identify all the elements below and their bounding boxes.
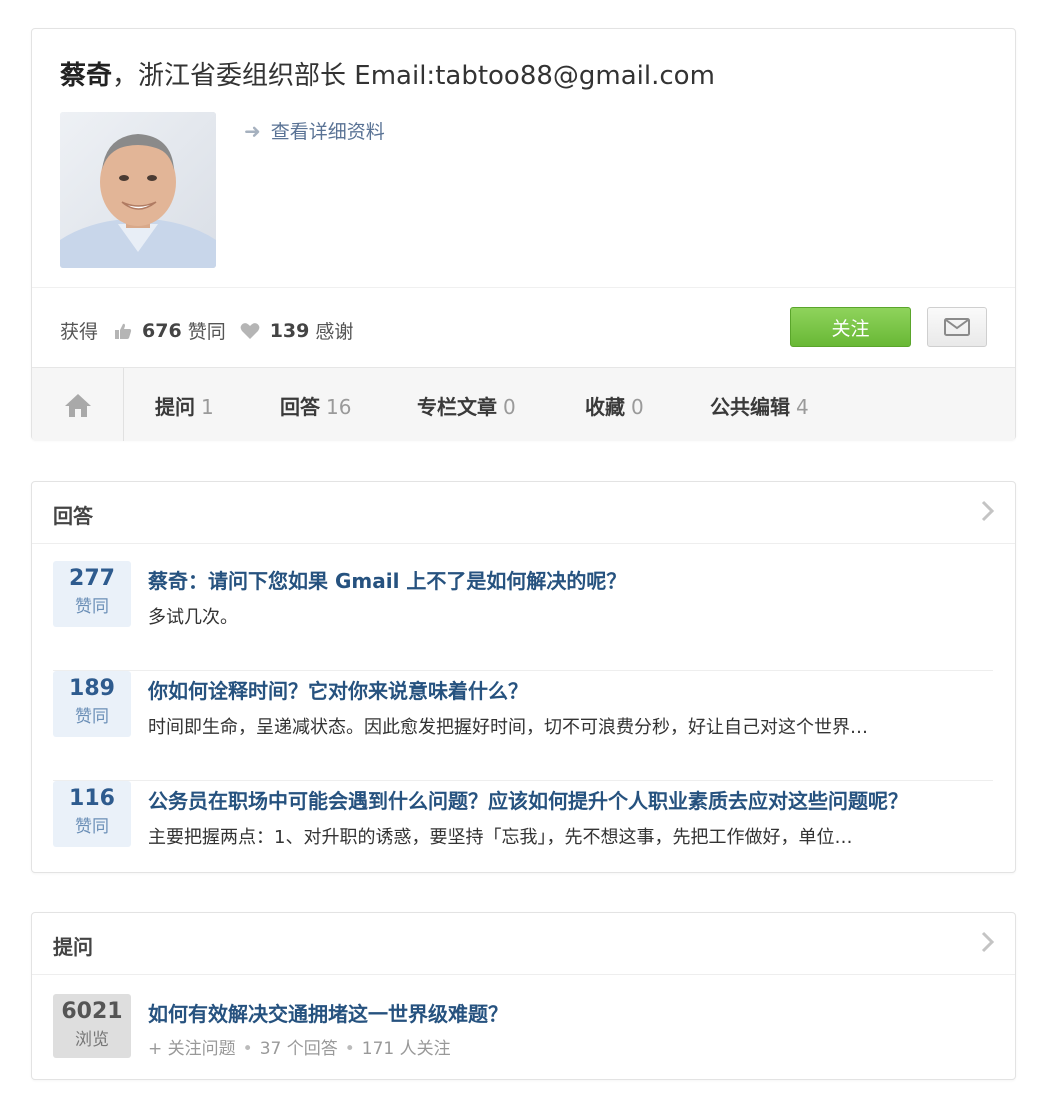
question-title-link[interactable]: 公务员在职场中可能会遇到什么问题？应该如何提升个人职业素质去应对这些问题呢？: [148, 785, 908, 814]
tab-count: 4: [796, 395, 809, 419]
vote-count-box[interactable]: 116 赞同: [53, 781, 131, 847]
tab-count: 1: [201, 395, 214, 419]
likes-count: 676: [142, 319, 182, 342]
chevron-right-icon[interactable]: [981, 500, 995, 526]
view-count-box: 6021 浏览: [53, 994, 131, 1058]
follow-question-link[interactable]: + 关注问题: [148, 1039, 236, 1059]
tab-label: 提问: [155, 395, 195, 419]
question-item: 6021 浏览 如何有效解决交通拥堵这一世界级难题？ + 关注问题 • 37 个回答…: [53, 994, 993, 1064]
vote-label: 赞同: [75, 707, 109, 727]
tab-count: 16: [326, 395, 352, 419]
profile-bio: 浙江省委组织部长 Email:tabtoo88@gmail.com: [138, 61, 715, 91]
message-button[interactable]: [927, 307, 987, 347]
home-icon: [64, 393, 91, 417]
vote-count-box[interactable]: 277 赞同: [53, 561, 131, 627]
question-title-link[interactable]: 如何有效解决交通拥堵这一世界级难题？: [148, 998, 508, 1027]
vote-count: 189: [69, 676, 115, 701]
tab-label: 专栏文章: [417, 395, 497, 419]
avatar-photo: [60, 112, 216, 268]
questions-section-title: 提问: [53, 935, 93, 959]
answer-excerpt[interactable]: 主要把握两点：1、对升职的诱惑，要坚持「忘我」，先不想这事，先把工作做好，单位…: [148, 823, 852, 849]
thanks-count: 139: [269, 319, 310, 342]
dot-separator: •: [344, 1039, 355, 1059]
follow-button[interactable]: 关注: [790, 307, 911, 347]
tab-home[interactable]: [32, 368, 124, 441]
chevron-right-icon[interactable]: [981, 931, 995, 957]
question-title-link[interactable]: 蔡奇：请问下您如果 Gmail 上不了是如何解决的呢？: [148, 565, 626, 594]
heart-icon: [240, 322, 260, 340]
avatar[interactable]: [60, 112, 216, 268]
profile-name[interactable]: 蔡奇: [60, 61, 112, 91]
likes-label: 赞同: [187, 321, 226, 343]
answer-count-link[interactable]: 37 个回答: [260, 1039, 338, 1059]
tab-label: 收藏: [585, 395, 625, 419]
tab-label: 回答: [280, 395, 320, 419]
answer-excerpt[interactable]: 多试几次。: [148, 603, 238, 629]
profile-stats-bar: 获得 676 赞同 139 感谢 关注: [32, 287, 1015, 368]
vote-count: 116: [69, 786, 115, 811]
tab-collections[interactable]: 收藏 0: [585, 391, 644, 420]
thumbs-up-icon: [114, 322, 132, 340]
plus-icon: +: [148, 1039, 163, 1059]
question-title-link[interactable]: 你如何诠释时间？它对你来说意味着什么？: [148, 675, 528, 704]
answers-header[interactable]: 回答: [32, 482, 1015, 544]
answers-card: 回答 277 赞同 蔡奇：请问下您如果 Gmail 上不了是如何解决的呢？ 多试…: [31, 481, 1016, 873]
profile-headline: 蔡奇，浙江省委组织部长 Email:tabtoo88@gmail.com: [60, 55, 715, 92]
profile-stats: 获得 676 赞同 139 感谢: [60, 317, 353, 344]
tab-articles[interactable]: 专栏文章 0: [417, 391, 516, 420]
tab-count: 0: [631, 395, 644, 419]
view-count: 6021: [61, 999, 123, 1024]
thanks-label: 感谢: [315, 321, 354, 343]
follower-count-link[interactable]: 171 人关注: [362, 1039, 451, 1059]
view-details-link[interactable]: ➜ 查看详细资料: [244, 117, 385, 144]
questions-card: 提问 6021 浏览 如何有效解决交通拥堵这一世界级难题？ + 关注问题 • 37 …: [31, 912, 1016, 1080]
tab-questions[interactable]: 提问 1: [155, 391, 214, 420]
tab-public-edits[interactable]: 公共编辑 4: [710, 391, 809, 420]
vote-label: 赞同: [75, 597, 109, 617]
answers-section-title: 回答: [53, 504, 93, 528]
answer-item: 277 赞同 蔡奇：请问下您如果 Gmail 上不了是如何解决的呢？ 多试几次。: [53, 561, 993, 671]
tab-answers[interactable]: 回答 16: [280, 391, 351, 420]
answer-item: 189 赞同 你如何诠释时间？它对你来说意味着什么？ 时间即生命，呈递减状态。因…: [53, 671, 993, 781]
tab-count: 0: [503, 395, 516, 419]
vote-count: 277: [69, 566, 115, 591]
view-details-label: 查看详细资料: [270, 121, 385, 143]
answer-item: 116 赞同 公务员在职场中可能会遇到什么问题？应该如何提升个人职业素质去应对这…: [53, 781, 993, 861]
questions-header[interactable]: 提问: [32, 913, 1015, 975]
profile-card: 蔡奇，浙江省委组织部长 Email:tabtoo88@gmail.com ➜ 查…: [31, 28, 1016, 441]
answer-excerpt[interactable]: 时间即生命，呈递减状态。因此愈发把握好时间，切不可浪费分秒，好让自己对这个世界…: [148, 713, 868, 739]
follow-question-label: 关注问题: [167, 1039, 236, 1059]
dot-separator: •: [242, 1039, 253, 1059]
profile-tabs: 提问 1 回答 16 专栏文章 0 收藏 0 公共编辑 4: [32, 367, 1015, 441]
tab-label: 公共编辑: [710, 395, 790, 419]
envelope-icon: [944, 318, 970, 336]
vote-label: 赞同: [75, 817, 109, 837]
arrow-right-icon: ➜: [244, 118, 261, 143]
name-separator: ，: [112, 61, 139, 91]
stats-prefix: 获得: [60, 321, 99, 343]
question-meta: + 关注问题 • 37 个回答 • 171 人关注: [148, 1034, 451, 1059]
view-label: 浏览: [75, 1030, 109, 1050]
vote-count-box[interactable]: 189 赞同: [53, 671, 131, 737]
